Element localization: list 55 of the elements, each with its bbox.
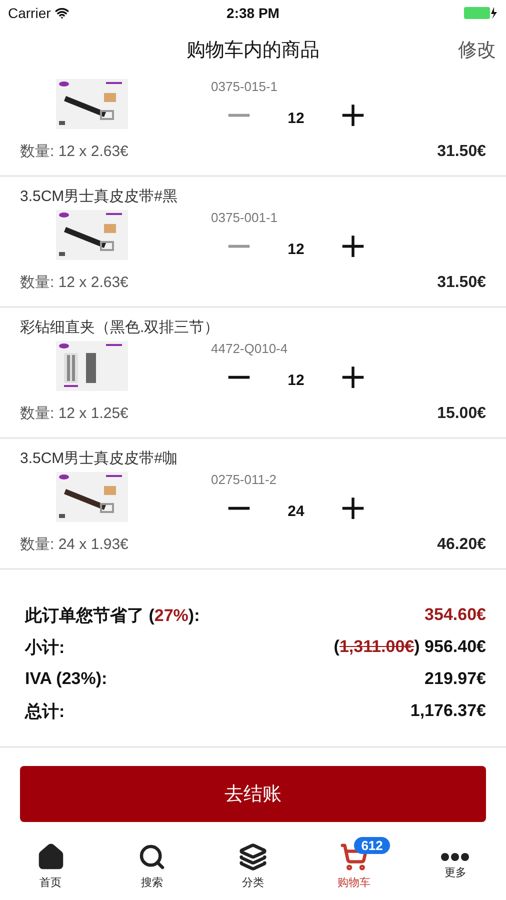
product-code: 0375-015-1 <box>211 79 278 94</box>
page-title: 购物车内的商品 <box>186 39 320 63</box>
quantity-value: 24 <box>286 502 306 520</box>
savings-value: 354.60€ <box>424 605 486 625</box>
increase-button[interactable]: + <box>333 360 373 394</box>
product-title: 3.5CM男士真皮皮带#咖 <box>20 449 179 468</box>
tax-label: IVA (23%): <box>25 669 108 689</box>
quantity-value: 12 <box>286 240 306 258</box>
line-total: 15.00€ <box>437 404 486 422</box>
tab-item[interactable]: 搜索 <box>101 832 202 900</box>
tab-label: 购物车 <box>338 876 371 890</box>
tab-label: 更多 <box>444 866 466 880</box>
edit-link[interactable]: 修改 <box>458 37 496 63</box>
count-badge: 612 <box>354 836 390 854</box>
checkout-button[interactable]: 去结账 <box>20 766 486 822</box>
product-title: 3.5CM男士真皮皮带#黑 <box>20 187 179 206</box>
home-icon <box>36 842 65 870</box>
tab-item[interactable]: 首页 <box>0 832 102 900</box>
tax-value: 219.97€ <box>424 669 486 689</box>
tab-item[interactable]: 更多 <box>404 832 506 900</box>
total-label: 总计: <box>25 700 65 722</box>
decrease-button[interactable]: − <box>219 360 259 394</box>
search-icon <box>138 842 166 870</box>
carrier-label: Carrier <box>8 4 51 20</box>
savings-label: 此订单您节省了 (27%): <box>25 604 200 626</box>
increase-button[interactable]: + <box>333 229 373 263</box>
product-title: 彩钻细直夹（黑色.双排三节） <box>20 318 220 337</box>
battery-icon <box>464 6 498 20</box>
tab-label: 首页 <box>40 876 62 890</box>
increase-button[interactable]: + <box>333 491 373 525</box>
status-time: 2:38 PM <box>226 4 280 20</box>
line-total: 31.50€ <box>437 142 486 160</box>
product-code: 0375-001-1 <box>211 210 278 225</box>
tab-label: 搜索 <box>140 876 163 890</box>
quantity-value: 12 <box>286 372 306 388</box>
layers-icon <box>239 842 267 870</box>
unit-price: 数量: 12 x 2.63€ <box>20 142 128 161</box>
decrease-button[interactable]: − <box>219 491 259 525</box>
line-total: 31.50€ <box>437 274 486 292</box>
unit-price: 数量: 24 x 1.93€ <box>20 535 128 554</box>
subtotal-value: (1,311.00€) 956.40€ <box>334 637 486 657</box>
subtotal-label: 小计: <box>25 636 65 658</box>
line-total: 46.20€ <box>437 536 486 554</box>
tab-label: 分类 <box>242 876 264 890</box>
increase-button[interactable]: + <box>333 98 373 132</box>
unit-price: 数量: 12 x 1.25€ <box>20 404 128 423</box>
wifi-icon <box>54 6 69 20</box>
total-value: 1,176.37€ <box>410 701 486 721</box>
tab-item[interactable]: 612 购物车 <box>304 832 405 900</box>
product-code: 4472-Q010-4 <box>211 341 289 356</box>
tab-item[interactable]: 分类 <box>202 832 304 900</box>
unit-price: 数量: 12 x 2.63€ <box>20 273 128 292</box>
quantity-value: 12 <box>286 110 306 126</box>
more-icon <box>441 852 470 860</box>
product-code: 0275-011-2 <box>211 472 278 487</box>
